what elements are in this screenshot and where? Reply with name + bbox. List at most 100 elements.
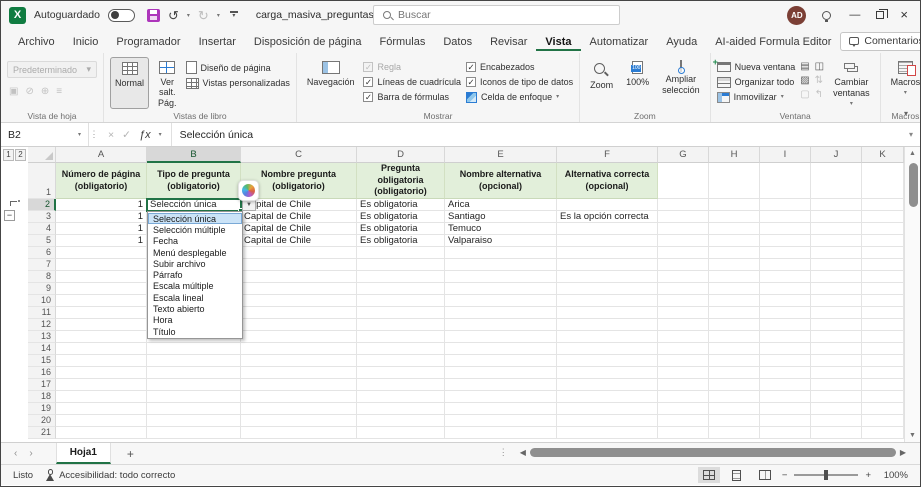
- row-header-21[interactable]: 21: [28, 427, 56, 439]
- cell-D2[interactable]: Es obligatoria: [357, 199, 445, 211]
- cell-A2[interactable]: 1: [56, 199, 147, 211]
- cell-F12[interactable]: [557, 319, 658, 331]
- chevron-down-icon[interactable]: ▾: [78, 131, 81, 138]
- cell-A10[interactable]: [56, 295, 147, 307]
- cell-F3[interactable]: Es la opción correcta: [557, 211, 658, 223]
- cell-G21[interactable]: [658, 427, 709, 439]
- outline-level-1-button[interactable]: 1: [3, 149, 14, 161]
- cell-F9[interactable]: [557, 283, 658, 295]
- scrollbar-grip-icon[interactable]: ⋮: [499, 447, 508, 458]
- page-break-view-button[interactable]: Ver salt. Pág.: [154, 57, 181, 109]
- cell-G11[interactable]: [658, 307, 709, 319]
- formula-bar-checkbox[interactable]: ✓ Barra de fórmulas: [363, 91, 461, 103]
- tab-automatizar[interactable]: Automatizar: [581, 32, 658, 51]
- exit-sheet-view-icon[interactable]: ⊘: [25, 86, 33, 97]
- cell-H20[interactable]: [709, 415, 760, 427]
- row-header-15[interactable]: 15: [28, 355, 56, 367]
- cell-E16[interactable]: [445, 367, 557, 379]
- cell-C11[interactable]: [241, 307, 357, 319]
- cell-J2[interactable]: [811, 199, 862, 211]
- cell-C20[interactable]: [241, 415, 357, 427]
- cell-C12[interactable]: [241, 319, 357, 331]
- cell-K12[interactable]: [862, 319, 904, 331]
- cell-C7[interactable]: [241, 259, 357, 271]
- normal-view-button[interactable]: Normal: [110, 57, 149, 109]
- cell-E8[interactable]: [445, 271, 557, 283]
- column-header-A[interactable]: A: [56, 147, 147, 163]
- cell-J19[interactable]: [811, 403, 862, 415]
- cell-A16[interactable]: [56, 367, 147, 379]
- cell-G16[interactable]: [658, 367, 709, 379]
- minimize-button[interactable]: —: [849, 10, 860, 20]
- cell-G19[interactable]: [658, 403, 709, 415]
- cell-E4[interactable]: Temuco: [445, 223, 557, 235]
- cell-I8[interactable]: [760, 271, 811, 283]
- row-header-5[interactable]: 5: [28, 235, 56, 247]
- cell-K1[interactable]: [862, 163, 904, 199]
- cell-I11[interactable]: [760, 307, 811, 319]
- zoom-100-button[interactable]: 100%: [622, 57, 653, 109]
- column-header-C[interactable]: C: [241, 147, 357, 163]
- cell-I17[interactable]: [760, 379, 811, 391]
- cell-E19[interactable]: [445, 403, 557, 415]
- macros-button[interactable]: Macros ▾: [887, 57, 921, 109]
- gridlines-checkbox[interactable]: ✓ Líneas de cuadrícula: [363, 76, 461, 88]
- horizontal-scrollbar[interactable]: ⋮ ◀ ▶: [499, 447, 906, 458]
- dropdown-item-3[interactable]: Fecha: [148, 236, 242, 247]
- cell-K6[interactable]: [862, 247, 904, 259]
- cell-F8[interactable]: [557, 271, 658, 283]
- row-header-6[interactable]: 6: [28, 247, 56, 259]
- lightbulb-icon[interactable]: [822, 11, 831, 20]
- cell-D9[interactable]: [357, 283, 445, 295]
- search-input[interactable]: Buscar: [373, 5, 620, 25]
- cell-C16[interactable]: [241, 367, 357, 379]
- switch-windows-button[interactable]: Cambiar ventanas ▾: [829, 57, 874, 109]
- page-break-view-toggle[interactable]: [754, 467, 776, 483]
- cell-C4[interactable]: Capital de Chile: [241, 223, 357, 235]
- cell-F17[interactable]: [557, 379, 658, 391]
- autosave-toggle[interactable]: [108, 9, 135, 22]
- cell-G7[interactable]: [658, 259, 709, 271]
- arrange-all-button[interactable]: Organizar todo: [717, 76, 796, 88]
- cell-G3[interactable]: [658, 211, 709, 223]
- row-header-12[interactable]: 12: [28, 319, 56, 331]
- row-header-17[interactable]: 17: [28, 379, 56, 391]
- row-header-11[interactable]: 11: [28, 307, 56, 319]
- cell-K21[interactable]: [862, 427, 904, 439]
- row-header-9[interactable]: 9: [28, 283, 56, 295]
- cell-C10[interactable]: [241, 295, 357, 307]
- custom-views-button[interactable]: Vistas personalizadas: [186, 77, 290, 89]
- cell-H19[interactable]: [709, 403, 760, 415]
- cell-I21[interactable]: [760, 427, 811, 439]
- cell-H3[interactable]: [709, 211, 760, 223]
- expand-formula-bar-icon[interactable]: ▾: [902, 123, 920, 146]
- cell-H18[interactable]: [709, 391, 760, 403]
- cell-F13[interactable]: [557, 331, 658, 343]
- cell-I20[interactable]: [760, 415, 811, 427]
- cell-K15[interactable]: [862, 355, 904, 367]
- cell-J15[interactable]: [811, 355, 862, 367]
- cell-I5[interactable]: [760, 235, 811, 247]
- collapse-ribbon-icon[interactable]: ▾: [904, 109, 908, 118]
- cell-C8[interactable]: [241, 271, 357, 283]
- zoom-in-button[interactable]: +: [865, 470, 871, 481]
- cell-E2[interactable]: Arica: [445, 199, 557, 211]
- tab-vista[interactable]: Vista: [536, 32, 580, 51]
- cell-F4[interactable]: [557, 223, 658, 235]
- cell-A13[interactable]: [56, 331, 147, 343]
- cell-J18[interactable]: [811, 391, 862, 403]
- close-button[interactable]: ×: [900, 9, 908, 21]
- cell-F14[interactable]: [557, 343, 658, 355]
- customize-toolbar-icon[interactable]: [230, 11, 238, 18]
- cell-E3[interactable]: Santiago: [445, 211, 557, 223]
- cell-J12[interactable]: [811, 319, 862, 331]
- cell-A15[interactable]: [56, 355, 147, 367]
- scroll-up-icon[interactable]: ▲: [905, 150, 920, 157]
- cell-H1[interactable]: [709, 163, 760, 199]
- cell-D16[interactable]: [357, 367, 445, 379]
- cell-A18[interactable]: [56, 391, 147, 403]
- cell-B18[interactable]: [147, 391, 241, 403]
- horizontal-scroll-thumb[interactable]: [530, 448, 896, 457]
- cell-G12[interactable]: [658, 319, 709, 331]
- column-header-D[interactable]: D: [357, 147, 445, 163]
